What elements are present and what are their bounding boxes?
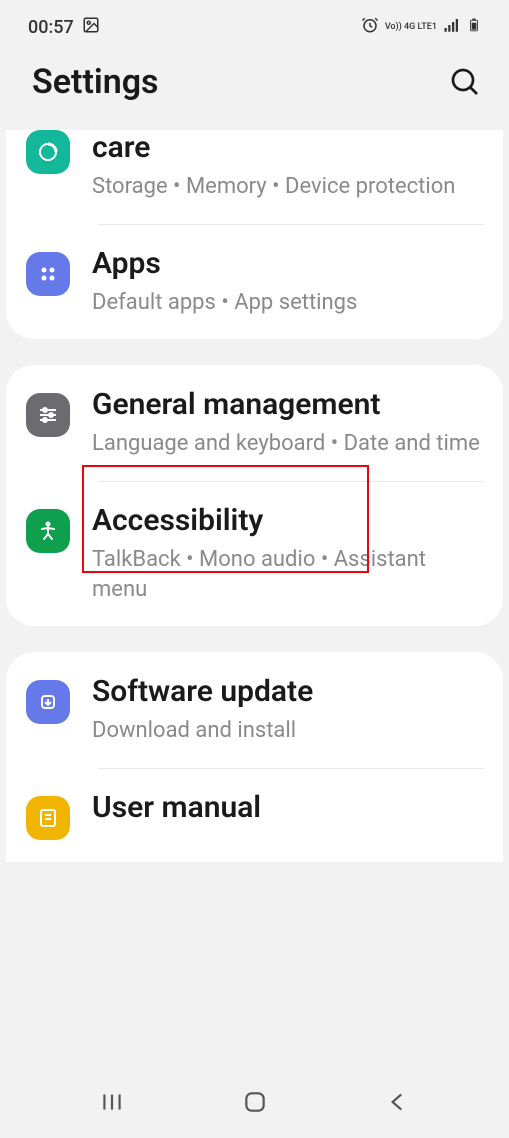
battery-icon xyxy=(467,16,481,38)
item-title: care xyxy=(92,130,483,166)
item-subtitle: Default apps • App settings xyxy=(92,288,483,318)
navigation-bar xyxy=(0,1066,509,1138)
apps-icon xyxy=(26,252,70,296)
item-subtitle: Download and install xyxy=(92,716,483,746)
item-subtitle: Storage • Memory • Device protection xyxy=(92,172,483,202)
home-button[interactable] xyxy=(240,1087,270,1117)
software-update-icon xyxy=(26,680,70,724)
settings-item-software-update[interactable]: Software update Download and install xyxy=(6,652,503,768)
accessibility-icon xyxy=(26,509,70,553)
settings-group: Software update Download and install Use… xyxy=(6,652,503,862)
user-manual-icon xyxy=(26,796,70,840)
gallery-icon xyxy=(82,16,100,39)
settings-group: care Storage • Memory • Device protectio… xyxy=(6,130,503,339)
settings-item-general-management[interactable]: General management Language and keyboard… xyxy=(6,365,503,481)
recents-button[interactable] xyxy=(97,1087,127,1117)
page-title: Settings xyxy=(32,62,159,102)
general-management-icon xyxy=(26,393,70,437)
search-icon xyxy=(449,66,481,98)
alarm-icon xyxy=(361,16,379,38)
search-button[interactable] xyxy=(449,66,481,98)
item-title: Accessibility xyxy=(92,503,483,539)
device-care-icon xyxy=(26,130,70,174)
settings-group: General management Language and keyboard… xyxy=(6,365,503,626)
item-subtitle: TalkBack • Mono audio • Assistant menu xyxy=(92,545,483,604)
back-button[interactable] xyxy=(383,1087,413,1117)
signal-icon xyxy=(443,16,461,38)
network-indicators: Vo)) 4G LTE1 xyxy=(385,23,437,32)
settings-item-apps[interactable]: Apps Default apps • App settings xyxy=(6,224,503,340)
settings-item-accessibility[interactable]: Accessibility TalkBack • Mono audio • As… xyxy=(6,481,503,626)
item-title: Apps xyxy=(92,246,483,282)
page-header: Settings xyxy=(0,48,509,130)
status-bar: 00:57 Vo)) 4G LTE1 xyxy=(0,0,509,48)
settings-item-device-care[interactable]: care Storage • Memory • Device protectio… xyxy=(6,130,503,224)
item-title: General management xyxy=(92,387,483,423)
status-time: 00:57 xyxy=(28,17,74,38)
settings-item-user-manual[interactable]: User manual xyxy=(6,768,503,862)
item-title: Software update xyxy=(92,674,483,710)
item-subtitle: Language and keyboard • Date and time xyxy=(92,429,483,459)
item-title: User manual xyxy=(92,790,483,826)
